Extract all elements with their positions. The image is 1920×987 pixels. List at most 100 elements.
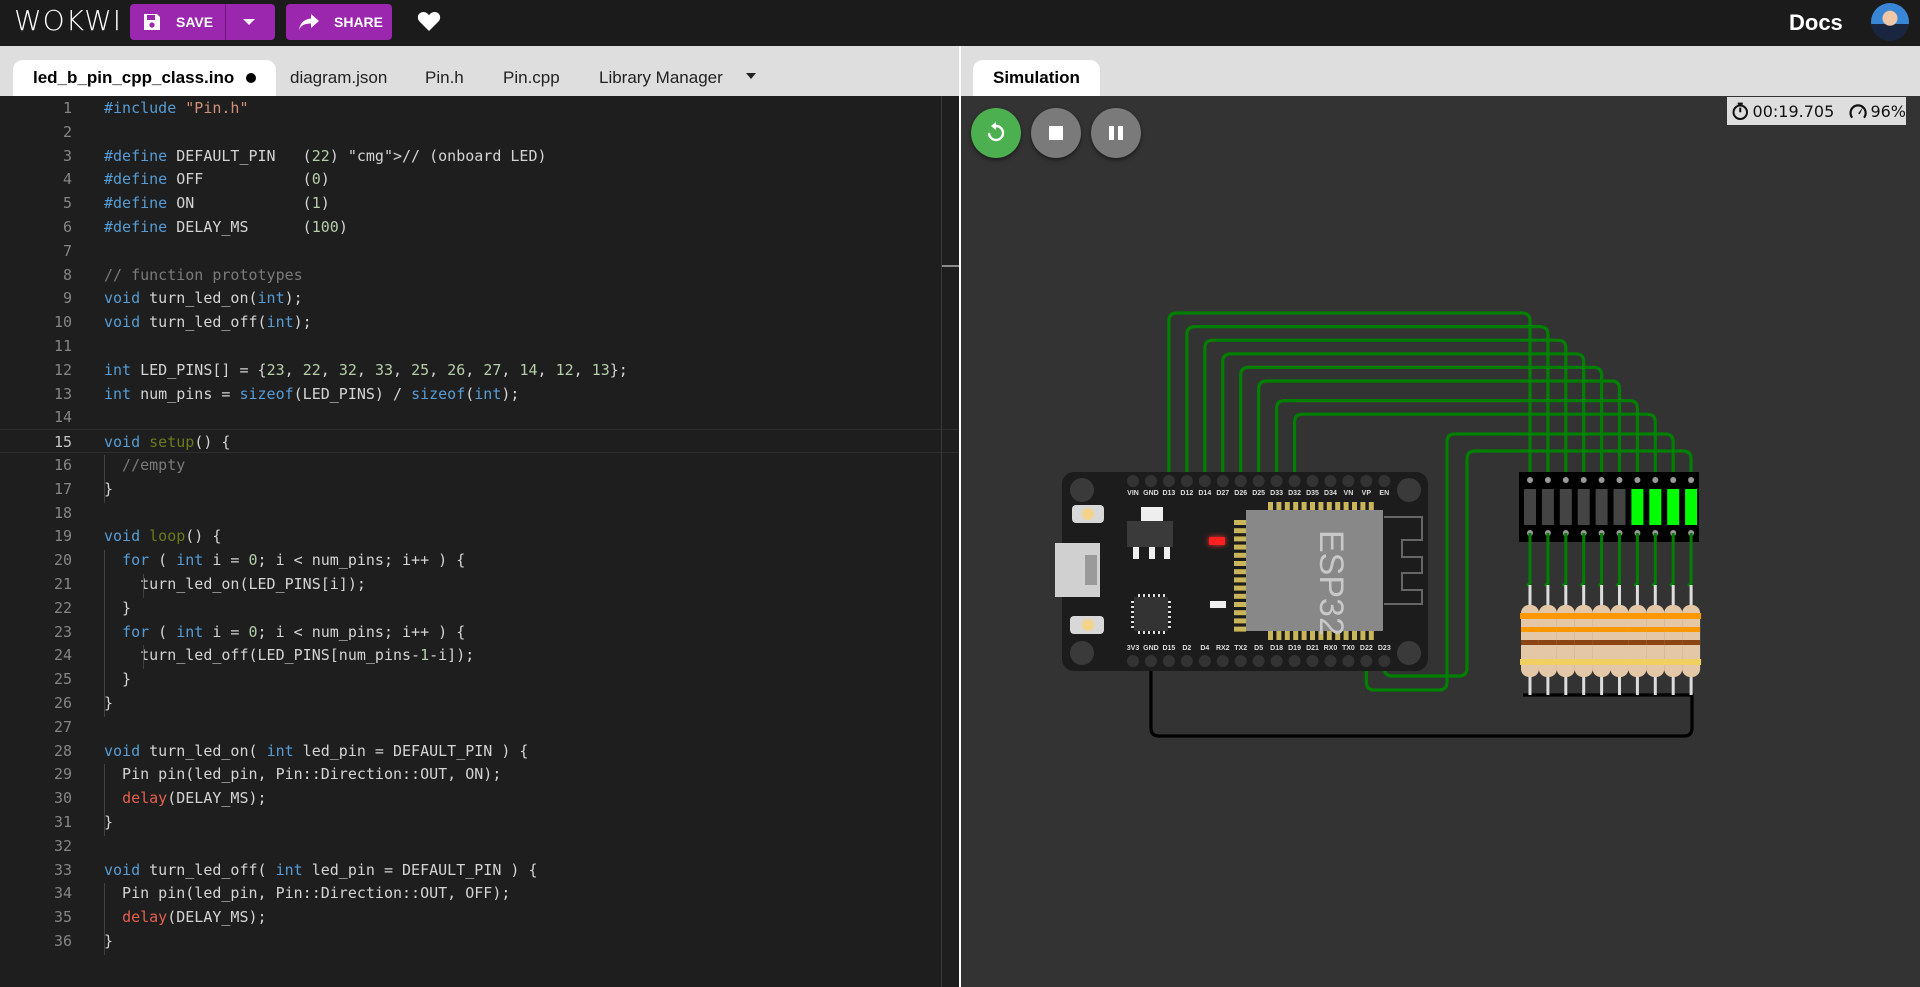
code-line[interactable]: 29 Pin pin(led_pin, Pin::Direction::OUT,… bbox=[0, 762, 959, 786]
code-line[interactable]: 13 int num_pins = sizeof(LED_PINS) / size… bbox=[0, 382, 959, 406]
code-line[interactable]: 20 for ( int i = 0; i < num_pins; i++ ) … bbox=[0, 548, 959, 572]
save-button[interactable]: SAVE bbox=[130, 4, 275, 40]
code-line[interactable]: 34 Pin pin(led_pin, Pin::Direction::OUT,… bbox=[0, 881, 959, 905]
code-line[interactable]: 32 bbox=[0, 834, 959, 858]
tab-label: Library Manager bbox=[599, 68, 723, 87]
editor-scroll-marker[interactable] bbox=[942, 265, 959, 267]
code-line[interactable]: 5 #define ON (1) bbox=[0, 191, 959, 215]
code-line[interactable]: 18 bbox=[0, 501, 959, 525]
tab-library-manager[interactable]: Library Manager bbox=[599, 60, 723, 96]
line-code: Pin pin(led_pin, Pin::Direction::OUT, ON… bbox=[104, 765, 502, 784]
code-line[interactable]: 28 void turn_led_on( int led_pin = DEFAUL… bbox=[0, 739, 959, 763]
code-line[interactable]: 25 } bbox=[0, 667, 959, 691]
code-line[interactable]: 22 } bbox=[0, 596, 959, 620]
code-line[interactable]: 33 void turn_led_off( int led_pin = DEFAU… bbox=[0, 858, 959, 882]
code-line[interactable]: 12 int LED_PINS[] = {23, 22, 32, 33, 25, … bbox=[0, 358, 959, 382]
stop-icon bbox=[1049, 126, 1063, 140]
tabs-more-dropdown-icon[interactable] bbox=[746, 73, 756, 79]
save-divider bbox=[225, 4, 226, 40]
line-code: turn_led_off(LED_PINS[num_pins-1-i]); bbox=[104, 646, 475, 665]
code-line[interactable]: 35 delay(DELAY_MS); bbox=[0, 905, 959, 929]
line-number: 5 bbox=[62, 194, 72, 213]
indent-guide bbox=[104, 764, 105, 836]
indent-guide bbox=[143, 574, 144, 598]
pause-simulation-button[interactable] bbox=[1091, 108, 1141, 158]
unsaved-dot-icon bbox=[246, 73, 257, 83]
pause-icon bbox=[1109, 126, 1123, 140]
line-number: 33 bbox=[53, 860, 72, 879]
line-number: 7 bbox=[62, 241, 72, 260]
editor-overview-ruler[interactable] bbox=[941, 96, 942, 987]
wokwi-logo[interactable]: WOKWI bbox=[14, 4, 122, 37]
indent-guide bbox=[104, 550, 105, 717]
line-number: 6 bbox=[62, 218, 72, 236]
line-code: void loop() { bbox=[104, 527, 222, 546]
code-line[interactable]: 30 delay(DELAY_MS); bbox=[0, 786, 959, 810]
line-code: #define DEFAULT_PIN (22) "cmg">// (onboa… bbox=[104, 146, 547, 165]
line-number: 16 bbox=[53, 456, 72, 474]
tab-simulation[interactable]: Simulation bbox=[973, 60, 1100, 96]
line-number: 25 bbox=[53, 670, 72, 689]
stopwatch-icon bbox=[1732, 102, 1749, 121]
line-code: int num_pins = sizeof(LED_PINS) / sizeof… bbox=[104, 384, 520, 403]
code-editor[interactable]: 1 #include "Pin.h" 2 3 #define DEFAULT_PIN (… bbox=[0, 96, 959, 987]
line-number: 8 bbox=[62, 265, 72, 284]
code-line[interactable]: 27 bbox=[0, 715, 959, 739]
line-number: 24 bbox=[53, 646, 72, 665]
line-number: 14 bbox=[53, 408, 72, 427]
code-line[interactable]: 15 void setup() { bbox=[0, 429, 959, 454]
line-code: // function prototypes bbox=[104, 265, 303, 284]
code-line[interactable]: 36} bbox=[0, 929, 959, 953]
line-code: for ( int i = 0; i < num_pins; i++ ) { bbox=[122, 551, 466, 570]
indent-guide bbox=[143, 645, 144, 670]
line-number: 36 bbox=[53, 932, 72, 950]
stop-simulation-button[interactable] bbox=[1031, 108, 1081, 158]
tab-label: led_b_pin_cpp_class.ino bbox=[33, 68, 235, 87]
code-line[interactable]: 7 bbox=[0, 239, 959, 263]
line-code: delay(DELAY_MS); bbox=[122, 908, 267, 927]
code-line[interactable]: 14 bbox=[0, 405, 959, 429]
code-line[interactable]: 17} bbox=[0, 477, 959, 501]
line-code: Pin pin(led_pin, Pin::Direction::OUT, OF… bbox=[104, 884, 511, 903]
code-line[interactable]: 2 bbox=[0, 120, 959, 144]
code-line[interactable]: 8 // function prototypes bbox=[0, 263, 959, 287]
share-button[interactable]: SHARE bbox=[286, 4, 392, 40]
line-code: for ( int i = 0; i < num_pins; i++ ) { bbox=[122, 622, 466, 641]
line-number: 9 bbox=[62, 289, 72, 308]
code-line[interactable]: 16 //empty bbox=[0, 453, 959, 477]
tab-pin-h[interactable]: Pin.h bbox=[425, 60, 464, 96]
code-line[interactable]: 9 void turn_led_on(int); bbox=[0, 286, 959, 310]
save-dropdown-caret-icon[interactable] bbox=[243, 19, 255, 25]
code-line[interactable]: 1 #include "Pin.h" bbox=[0, 96, 959, 120]
code-line[interactable]: 3 #define DEFAULT_PIN (22) "cmg">// (onbo… bbox=[0, 144, 959, 168]
tab-diagram-json[interactable]: diagram.json bbox=[290, 60, 387, 96]
indent-guide bbox=[104, 883, 105, 955]
tab-pin-cpp[interactable]: Pin.cpp bbox=[503, 60, 560, 96]
tab-main-ino[interactable]: led_b_pin_cpp_class.ino bbox=[13, 60, 277, 96]
code-line[interactable]: 26} bbox=[0, 691, 959, 715]
share-arrow-icon bbox=[299, 14, 319, 30]
line-code: void turn_led_on( int led_pin = DEFAULT_… bbox=[104, 741, 529, 760]
code-line[interactable]: 11 bbox=[0, 334, 959, 358]
code-line[interactable]: 6 #define DELAY_MS (100) bbox=[0, 215, 959, 239]
heart-icon[interactable] bbox=[417, 10, 441, 32]
line-number: 18 bbox=[53, 503, 72, 522]
line-code: } bbox=[104, 598, 132, 617]
simulation-canvas[interactable] bbox=[961, 96, 1920, 987]
simulation-tab-bar: Simulation bbox=[961, 46, 1920, 96]
line-code: void turn_led_off(int); bbox=[104, 313, 312, 332]
code-line[interactable]: 23 for ( int i = 0; i < num_pins; i++ ) … bbox=[0, 620, 959, 644]
code-line[interactable]: 31} bbox=[0, 810, 959, 834]
tab-label: Pin.h bbox=[425, 68, 464, 87]
tab-label: diagram.json bbox=[290, 68, 388, 87]
code-line[interactable]: 19 void loop() { bbox=[0, 524, 959, 548]
line-number: 35 bbox=[53, 908, 72, 927]
code-line[interactable]: 10 void turn_led_off(int); bbox=[0, 310, 959, 334]
line-code: void setup() { bbox=[104, 433, 231, 452]
restart-simulation-button[interactable] bbox=[971, 108, 1021, 158]
tab-label: Simulation bbox=[993, 68, 1080, 87]
docs-link[interactable]: Docs bbox=[1789, 10, 1843, 36]
code-line[interactable]: 4 #define OFF (0) bbox=[0, 167, 959, 191]
line-number: 2 bbox=[62, 122, 72, 141]
user-avatar[interactable] bbox=[1871, 3, 1909, 41]
